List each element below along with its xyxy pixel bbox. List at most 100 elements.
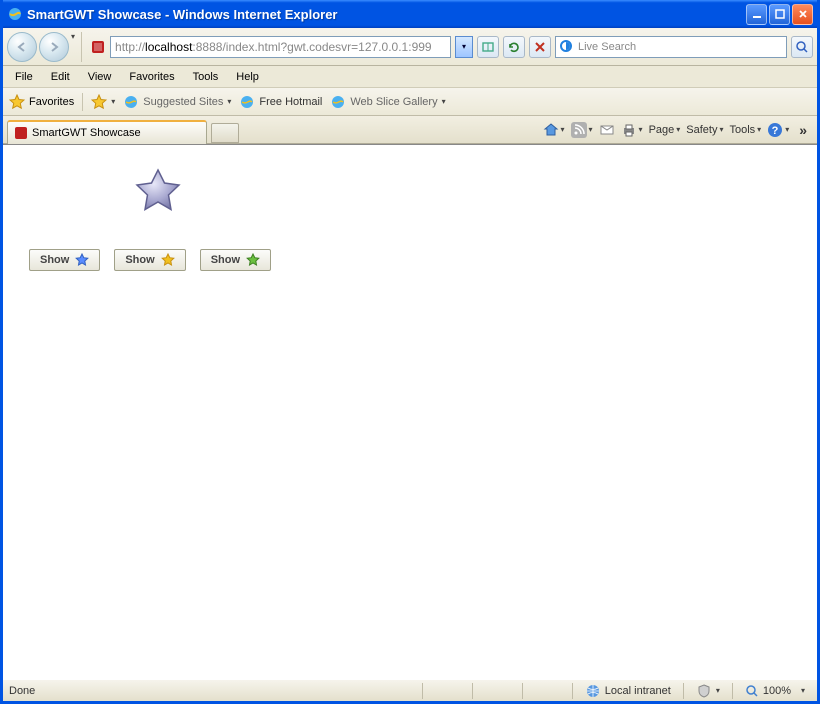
home-button[interactable]: ▾ bbox=[543, 122, 565, 138]
star-icon bbox=[161, 253, 175, 267]
shield-icon bbox=[696, 683, 712, 699]
maximize-button[interactable] bbox=[769, 4, 790, 25]
help-icon: ? bbox=[767, 122, 783, 138]
bing-icon bbox=[560, 40, 574, 54]
show-button-green[interactable]: Show bbox=[200, 249, 271, 271]
menu-favorites[interactable]: Favorites bbox=[121, 69, 182, 85]
star-icon bbox=[75, 253, 89, 267]
safety-menu[interactable]: Safety ▾ bbox=[686, 124, 723, 136]
favorites-label: Favorites bbox=[29, 96, 74, 108]
status-bar: Done Local intranet ▾ 100% ▾ bbox=[3, 679, 817, 701]
nav-toolbar: ▾ http://localhost:8888/index.html?gwt.c… bbox=[3, 28, 817, 66]
menubar: File Edit View Favorites Tools Help bbox=[3, 66, 817, 88]
overflow-button[interactable]: » bbox=[799, 122, 807, 138]
separator bbox=[572, 683, 573, 699]
tab-title: SmartGWT Showcase bbox=[32, 127, 141, 139]
address-bar[interactable]: http://localhost:8888/index.html?gwt.cod… bbox=[110, 36, 451, 58]
chevron-down-icon: ▾ bbox=[785, 125, 789, 134]
separator bbox=[683, 683, 684, 699]
suggested-sites-link[interactable]: Suggested Sites ▾ bbox=[123, 94, 231, 110]
zoom-label: 100% bbox=[763, 685, 791, 697]
tab-bar: SmartGWT Showcase ▾ ▾ ▾ Page ▾ bbox=[3, 116, 817, 144]
page-icon bbox=[14, 126, 28, 140]
rss-icon bbox=[571, 122, 587, 138]
mail-button[interactable] bbox=[599, 122, 615, 138]
star-icon bbox=[246, 253, 260, 267]
show-button-yellow[interactable]: Show bbox=[114, 249, 185, 271]
page-label: Page bbox=[649, 124, 675, 136]
web-slice-link[interactable]: Web Slice Gallery ▾ bbox=[330, 94, 445, 110]
print-button[interactable]: ▾ bbox=[621, 122, 643, 138]
nav-history-dropdown-icon[interactable]: ▾ bbox=[71, 32, 75, 62]
zoom-icon bbox=[745, 684, 759, 698]
titlebar: SmartGWT Showcase - Windows Internet Exp… bbox=[3, 0, 817, 28]
menu-file[interactable]: File bbox=[7, 69, 41, 85]
search-placeholder: Live Search bbox=[578, 41, 636, 53]
menu-view[interactable]: View bbox=[80, 69, 120, 85]
suggested-sites-label: Suggested Sites bbox=[143, 96, 223, 108]
window-title: SmartGWT Showcase - Windows Internet Exp… bbox=[27, 7, 746, 22]
menu-edit[interactable]: Edit bbox=[43, 69, 78, 85]
menu-help[interactable]: Help bbox=[228, 69, 267, 85]
hotmail-label: Free Hotmail bbox=[259, 96, 322, 108]
star-icon bbox=[9, 94, 25, 110]
ie-icon bbox=[330, 94, 346, 110]
show-label: Show bbox=[211, 254, 240, 266]
tools-label: Tools bbox=[729, 124, 755, 136]
webslice-label: Web Slice Gallery bbox=[350, 96, 437, 108]
url-rest: :8888/index.html?gwt.codesvr=127.0.0.1:9… bbox=[192, 40, 431, 54]
ie-icon bbox=[7, 6, 23, 22]
minimize-button[interactable] bbox=[746, 4, 767, 25]
status-cell bbox=[472, 683, 516, 699]
tools-menu[interactable]: Tools ▾ bbox=[729, 124, 761, 136]
search-box[interactable]: Live Search bbox=[555, 36, 787, 58]
zoom-control[interactable]: 100% ▾ bbox=[739, 684, 811, 698]
close-button[interactable] bbox=[792, 4, 813, 25]
url-prefix: http:// bbox=[115, 40, 145, 54]
new-tab-button[interactable] bbox=[211, 123, 239, 143]
menu-tools[interactable]: Tools bbox=[185, 69, 227, 85]
favorites-bar: Favorites ▾ Suggested Sites ▾ Free Hotma… bbox=[3, 88, 817, 116]
status-cell bbox=[522, 683, 566, 699]
chevron-down-icon: ▾ bbox=[561, 125, 565, 134]
chevron-down-icon: ▾ bbox=[589, 125, 593, 134]
show-button-blue[interactable]: Show bbox=[29, 249, 100, 271]
separator bbox=[732, 683, 733, 699]
show-buttons-row: Show Show Show bbox=[29, 249, 271, 271]
refresh-button[interactable] bbox=[503, 36, 525, 58]
page-menu[interactable]: Page ▾ bbox=[649, 124, 681, 136]
chevron-down-icon: ▾ bbox=[111, 97, 115, 106]
security-zone[interactable]: Local intranet bbox=[579, 683, 677, 699]
print-icon bbox=[621, 122, 637, 138]
compat-button[interactable] bbox=[477, 36, 499, 58]
feeds-button[interactable]: ▾ bbox=[571, 122, 593, 138]
address-dropdown[interactable]: ▾ bbox=[455, 36, 473, 58]
search-button[interactable] bbox=[791, 36, 813, 58]
chevron-down-icon: ▾ bbox=[801, 686, 805, 695]
stop-button[interactable] bbox=[529, 36, 551, 58]
big-star-image bbox=[133, 167, 183, 217]
home-icon bbox=[543, 122, 559, 138]
free-hotmail-link[interactable]: Free Hotmail bbox=[239, 94, 322, 110]
chevron-down-icon: ▾ bbox=[639, 125, 643, 134]
svg-text:?: ? bbox=[772, 125, 779, 137]
help-button[interactable]: ? ▾ bbox=[767, 122, 789, 138]
forward-button[interactable] bbox=[39, 32, 69, 62]
chevron-down-icon: ▾ bbox=[227, 97, 231, 106]
show-label: Show bbox=[40, 254, 69, 266]
back-button[interactable] bbox=[7, 32, 37, 62]
protected-mode[interactable]: ▾ bbox=[690, 683, 726, 699]
page-icon bbox=[90, 39, 106, 55]
globe-icon bbox=[585, 683, 601, 699]
add-favorite-button[interactable]: ▾ bbox=[91, 94, 115, 110]
show-label: Show bbox=[125, 254, 154, 266]
zone-label: Local intranet bbox=[605, 685, 671, 697]
ie-icon bbox=[239, 94, 255, 110]
chevron-down-icon: ▾ bbox=[757, 125, 761, 134]
chevron-down-icon: ▾ bbox=[442, 97, 446, 106]
browser-tab[interactable]: SmartGWT Showcase bbox=[7, 120, 207, 144]
favorites-button[interactable]: Favorites bbox=[9, 94, 74, 110]
status-cell bbox=[422, 683, 466, 699]
status-text: Done bbox=[9, 685, 416, 697]
chevron-down-icon: ▾ bbox=[676, 125, 680, 134]
